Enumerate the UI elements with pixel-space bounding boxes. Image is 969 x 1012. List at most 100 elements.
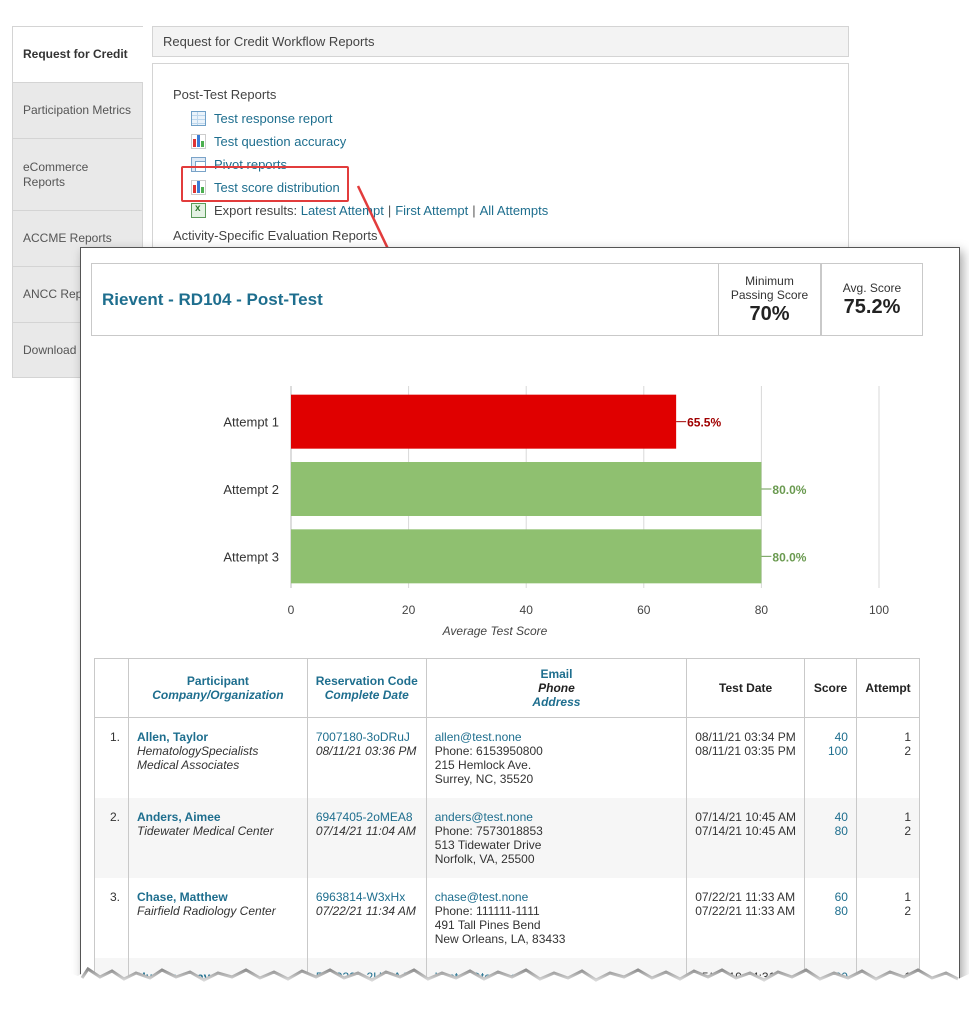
- organization: Fairfield Radiology Center: [136, 903, 276, 918]
- test-date: 08/11/21 03:35 PM: [695, 744, 796, 758]
- attempt-cell: 1 2: [855, 877, 921, 958]
- attempt-number: 2: [904, 903, 911, 918]
- attempt-number: 1: [904, 809, 911, 824]
- attempt-number: 1: [904, 889, 911, 904]
- attempt-number: 1: [904, 730, 911, 744]
- score-link[interactable]: 80: [813, 904, 848, 918]
- reservation-cell: 6963814-W3xHx 07/22/21 11:34 AM: [306, 877, 427, 958]
- complete-date: 07/14/21 11:04 AM: [315, 823, 416, 838]
- bar: [291, 462, 762, 516]
- complete-date-header-label[interactable]: Complete Date: [312, 688, 422, 702]
- average-score-value: 75.2%: [843, 295, 901, 318]
- address-header-label[interactable]: Address: [431, 695, 683, 709]
- phone-header-label: Phone: [538, 681, 575, 695]
- participant-header[interactable]: Participant Company/Organization: [127, 658, 308, 718]
- test-date: 07/22/21 11:33 AM: [695, 903, 796, 918]
- stat-label: Passing Score: [730, 287, 809, 302]
- report-title: Rievent - RD104 - Post-Test: [91, 263, 719, 336]
- score-cell: 40 100: [804, 717, 857, 798]
- callout-highlight-box: [181, 166, 349, 202]
- minimum-passing-score-value: 70%: [749, 302, 790, 325]
- tab-label: ANCC Rep: [23, 287, 83, 301]
- address-line: 215 Hemlock Ave.: [434, 758, 532, 772]
- email-header-label[interactable]: Email: [431, 667, 683, 681]
- reservation-header-label[interactable]: Reservation Code: [312, 674, 422, 688]
- table-row: 1. Allen, Taylor HematologySpecialists M…: [94, 717, 921, 798]
- panel-header: Request for Credit Workflow Reports: [152, 26, 849, 57]
- complete-date: 07/22/21 11:34 AM: [315, 903, 416, 918]
- participant-header-label[interactable]: Participant: [133, 674, 303, 688]
- tab-request-for-credit[interactable]: Request for Credit: [12, 26, 143, 82]
- score-cell: 60 80: [804, 877, 857, 958]
- contact-cell: allen@test.none Phone: 6153950800 215 He…: [425, 717, 688, 798]
- reservation-code-link[interactable]: 6947405-2oMEA8: [316, 810, 418, 824]
- participant-name-link[interactable]: Chase, Matthew: [137, 890, 299, 904]
- header-label: Score: [813, 681, 848, 695]
- organization: Tidewater Medical Center: [136, 823, 274, 838]
- participant-cell: Allen, Taylor HematologySpecialists Medi…: [127, 717, 308, 798]
- link-label[interactable]: Test question accuracy: [214, 134, 346, 149]
- bar-chart-icon: [191, 133, 206, 149]
- score-link[interactable]: 60: [813, 890, 848, 904]
- reservation-code-link[interactable]: 7007180-3oDRuJ: [316, 730, 418, 744]
- participant-name-link[interactable]: Anders, Aimee: [137, 810, 299, 824]
- export-all-attempts-link[interactable]: All Attempts: [480, 203, 549, 218]
- data-label: 80.0%: [772, 550, 806, 564]
- reservation-cell: 6947405-2oMEA8 07/14/21 11:04 AM: [306, 797, 427, 878]
- stat-label: Avg. Score: [842, 280, 902, 295]
- tab-participation-metrics[interactable]: Participation Metrics: [12, 82, 143, 138]
- company-header-label[interactable]: Company/Organization: [133, 688, 303, 702]
- test-question-accuracy-link[interactable]: Test question accuracy: [191, 132, 346, 150]
- data-label: 65.5%: [687, 416, 721, 430]
- row-number-header: [94, 658, 129, 718]
- y-category-label: Attempt 1: [223, 415, 279, 430]
- test-date: 07/14/21 10:45 AM: [695, 809, 796, 824]
- tab-label: eCommerce Reports: [23, 159, 89, 189]
- address-line: 513 Tidewater Drive: [434, 837, 542, 852]
- header-label: Attempt: [865, 681, 911, 695]
- export-label: Export results:: [214, 202, 298, 218]
- score-link[interactable]: 40: [813, 810, 848, 824]
- phone: Phone: 7573018853: [434, 823, 543, 838]
- email-link[interactable]: chase@test.none: [435, 890, 679, 904]
- average-score-chart: 0 20 40 60 80 100 Attempt 1 65.5% Attempt 2 80.0%…: [81, 378, 959, 648]
- bar: [291, 394, 677, 449]
- separator: |: [472, 202, 476, 218]
- participant-cell: Chase, Matthew Fairfield Radiology Cente…: [127, 877, 308, 958]
- tab-label: ACCME Reports: [23, 231, 112, 245]
- score-link[interactable]: 80: [813, 824, 848, 838]
- email-header[interactable]: Email Phone Address: [425, 658, 688, 718]
- activity-evaluation-section-title: Activity-Specific Evaluation Reports: [173, 228, 378, 243]
- contact-cell: chase@test.none Phone: 111111-1111 491 T…: [425, 877, 688, 958]
- score-header: Score: [804, 658, 857, 718]
- reservation-header[interactable]: Reservation Code Complete Date: [306, 658, 427, 718]
- tab-ecommerce-reports[interactable]: eCommerce Reports: [12, 138, 143, 210]
- x-tick-label: 100: [869, 603, 889, 617]
- data-label: 80.0%: [772, 483, 806, 497]
- chart-canvas: 0 20 40 60 80 100 Attempt 1 65.5% Attempt 2 80.0%…: [223, 386, 889, 638]
- test-score-distribution-report: Rievent - RD104 - Post-Test Minimum Pass…: [80, 247, 960, 1012]
- address-line: Surrey, NC, 35520: [434, 772, 534, 786]
- organization: HematologySpecialists: [136, 744, 259, 758]
- row-number: 1.: [94, 717, 129, 798]
- email-link[interactable]: anders@test.none: [435, 810, 679, 824]
- link-label[interactable]: Test response report: [214, 111, 333, 126]
- minimum-passing-score-box: Minimum Passing Score 70%: [719, 263, 821, 336]
- score-link[interactable]: 100: [813, 744, 848, 758]
- attempt-cell: 1 2: [855, 717, 921, 798]
- score-link[interactable]: 40: [813, 730, 848, 744]
- test-date-header: Test Date: [686, 658, 806, 718]
- test-date-cell: 07/14/21 10:45 AM 07/14/21 10:45 AM: [686, 797, 806, 878]
- participant-name-link[interactable]: Allen, Taylor: [137, 730, 299, 744]
- address-line: Norfolk, VA, 25500: [434, 851, 535, 866]
- score-cell: 40 80: [804, 797, 857, 878]
- tab-label: Participation Metrics: [23, 103, 132, 117]
- table-row: 3. Chase, Matthew Fairfield Radiology Ce…: [94, 877, 921, 958]
- reservation-code-link[interactable]: 6963814-W3xHx: [316, 890, 418, 904]
- x-tick-label: 0: [288, 603, 295, 617]
- address-line: New Orleans, LA, 83433: [434, 931, 566, 946]
- report-header: Rievent - RD104 - Post-Test Minimum Pass…: [91, 263, 923, 336]
- test-response-report-link[interactable]: Test response report: [191, 109, 333, 127]
- bar: [291, 529, 762, 584]
- email-link[interactable]: allen@test.none: [435, 730, 679, 744]
